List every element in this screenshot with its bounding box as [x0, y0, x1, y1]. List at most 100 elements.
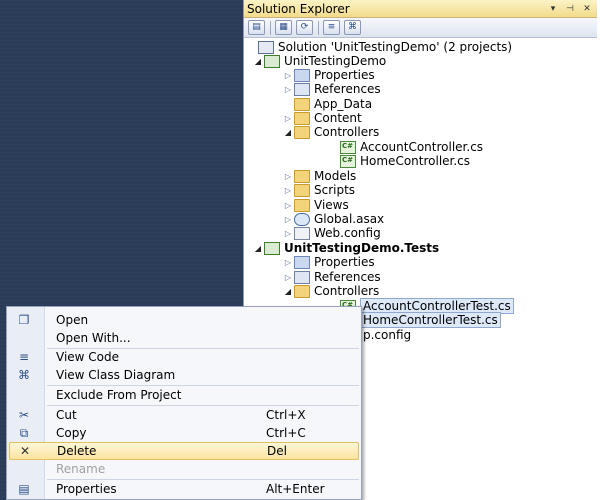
expand-icon[interactable]: ▷ — [282, 273, 294, 282]
tree-item-home-controller[interactable]: HomeController.cs — [340, 154, 470, 168]
pin-icon[interactable]: ⊣ — [563, 4, 577, 14]
tree-item-label: Controllers — [314, 125, 380, 139]
tree-item-label: Web.config — [314, 226, 381, 240]
menu-item-label: Copy — [56, 426, 87, 440]
expand-icon[interactable]: ▷ — [282, 215, 294, 224]
show-all-files-icon[interactable]: ▦ — [275, 20, 292, 35]
tree-item-account-controller-test[interactable]: AccountControllerTest.cs — [340, 298, 514, 314]
tree-item-test-references[interactable]: ▷ References — [282, 270, 381, 284]
properties-icon — [294, 68, 310, 82]
expand-icon[interactable]: ▷ — [282, 201, 294, 210]
expand-icon[interactable]: ▷ — [282, 71, 294, 80]
tree-item-label: Content — [314, 111, 362, 125]
cut-icon: ✂ — [18, 408, 30, 422]
folder-icon — [294, 198, 310, 212]
view-code-icon: ≡ — [18, 350, 30, 364]
tree-item-label: References — [314, 270, 381, 284]
tree-item-label: Solution 'UnitTestingDemo' (2 projects) — [278, 40, 513, 54]
menu-item-label: Rename — [56, 462, 106, 476]
tree-item-label: p.config — [363, 328, 412, 342]
tree-item-web-config[interactable]: ▷ Web.config — [282, 226, 381, 240]
dropdown-icon[interactable]: ▾ — [546, 4, 560, 14]
tree-item-label: Global.asax — [314, 212, 385, 226]
menu-item-view-class-diagram[interactable]: ⌘ View Class Diagram — [9, 366, 359, 384]
menu-item-open-with[interactable]: Open With... — [9, 329, 359, 347]
tree-item-home-controller-test[interactable]: HomeControllerTest.cs — [340, 312, 501, 328]
folder-open-icon — [294, 284, 310, 298]
expand-icon[interactable]: ▷ — [282, 85, 294, 94]
collapse-icon[interactable]: ◢ — [282, 128, 294, 137]
tree-item-app-config[interactable]: p.config — [363, 328, 411, 342]
menu-item-label: View Code — [56, 350, 120, 364]
tree-item-label: Properties — [314, 255, 375, 269]
folder-open-icon — [294, 125, 310, 139]
menu-item-label: Properties — [56, 482, 117, 496]
expand-icon[interactable]: ▷ — [282, 229, 294, 238]
class-diagram-icon[interactable]: ⌘ — [344, 20, 361, 35]
tree-item-references[interactable]: ▷ References — [282, 82, 381, 96]
menu-item-exclude-from-project[interactable]: Exclude From Project — [9, 386, 359, 404]
tree-item-label: UnitTestingDemo.Tests — [284, 241, 440, 255]
tree-item-test-project[interactable]: ◢ UnitTestingDemo.Tests — [252, 241, 439, 255]
tree-item-test-controllers[interactable]: ◢ Controllers — [282, 284, 379, 298]
tree-item-label: Models — [314, 169, 357, 183]
tree-item-content[interactable]: ▷ Content — [282, 111, 362, 125]
tree-item-label: Properties — [314, 68, 375, 82]
tree-item-account-controller[interactable]: AccountController.cs — [340, 140, 483, 154]
menu-item-label: Open — [56, 313, 89, 327]
tree-item-app-data[interactable]: App_Data — [294, 97, 372, 111]
tree-item-project[interactable]: ◢ UnitTestingDemo — [252, 54, 386, 68]
menu-item-label: Cut — [56, 408, 77, 422]
collapse-icon[interactable]: ◢ — [252, 244, 264, 253]
tree-item-test-properties[interactable]: ▷ Properties — [282, 255, 375, 269]
tree-item-models[interactable]: ▷ Models — [282, 169, 356, 183]
menu-item-view-code[interactable]: ≡ View Code — [9, 348, 359, 366]
folder-icon — [294, 97, 310, 111]
solution-explorer-titlebar: Solution Explorer ▾ ⊣ ✕ — [244, 0, 597, 18]
test-project-icon — [264, 241, 280, 255]
tree-item-global-asax[interactable]: ▷ Global.asax — [282, 212, 384, 226]
properties-icon[interactable]: ▤ — [248, 20, 265, 35]
folder-icon — [294, 169, 310, 183]
menu-item-rename: Rename — [9, 460, 359, 478]
tree-item-label: HomeController.cs — [360, 154, 471, 168]
toolbar-separator — [270, 20, 271, 35]
menu-item-open[interactable]: ❐ Open — [9, 311, 359, 329]
context-menu: ❐ Open Open With... ≡ View Code ⌘ View C… — [6, 306, 362, 500]
solution-icon — [258, 40, 274, 54]
config-file-icon — [294, 226, 310, 240]
menu-item-properties[interactable]: ▤ Properties Alt+Enter — [9, 480, 359, 498]
menu-item-label: Exclude From Project — [56, 388, 182, 402]
expand-icon[interactable]: ▷ — [282, 172, 294, 181]
copy-icon: ⧉ — [19, 425, 29, 440]
global-asax-icon — [294, 212, 310, 226]
tree-item-controllers[interactable]: ◢ Controllers — [282, 125, 379, 139]
expand-icon[interactable]: ▷ — [282, 186, 294, 195]
menu-item-shortcut: Alt+Enter — [266, 482, 325, 496]
properties-icon: ▤ — [18, 482, 30, 496]
menu-item-copy[interactable]: ⧉ Copy Ctrl+C — [9, 424, 359, 442]
collapse-icon[interactable]: ◢ — [282, 287, 294, 296]
properties-icon — [294, 255, 310, 269]
tree-item-label: Scripts — [314, 183, 356, 197]
delete-icon: ✕ — [19, 444, 31, 458]
expand-icon[interactable]: ▷ — [282, 258, 294, 267]
tree-item-solution[interactable]: Solution 'UnitTestingDemo' (2 projects) — [258, 40, 512, 54]
refresh-icon[interactable]: ⟳ — [296, 20, 313, 35]
tree-item-properties[interactable]: ▷ Properties — [282, 68, 375, 82]
close-icon[interactable]: ✕ — [580, 4, 594, 14]
tree-item-views[interactable]: ▷ Views — [282, 198, 349, 212]
tree-item-scripts[interactable]: ▷ Scripts — [282, 183, 355, 197]
menu-item-label: Open With... — [56, 331, 131, 345]
view-code-icon[interactable]: ≡ — [323, 20, 340, 35]
tree-item-label: UnitTestingDemo — [284, 54, 387, 68]
expand-icon[interactable]: ▷ — [282, 114, 294, 123]
tree-item-label: Views — [314, 198, 349, 212]
menu-item-shortcut: Ctrl+C — [266, 426, 306, 440]
menu-item-label: View Class Diagram — [56, 368, 176, 382]
csharp-file-icon — [340, 140, 356, 154]
tree-item-label: HomeControllerTest.cs — [360, 312, 501, 328]
menu-item-cut[interactable]: ✂ Cut Ctrl+X — [9, 406, 359, 424]
menu-item-delete[interactable]: ✕ Delete Del — [9, 442, 359, 460]
collapse-icon[interactable]: ◢ — [252, 57, 264, 66]
